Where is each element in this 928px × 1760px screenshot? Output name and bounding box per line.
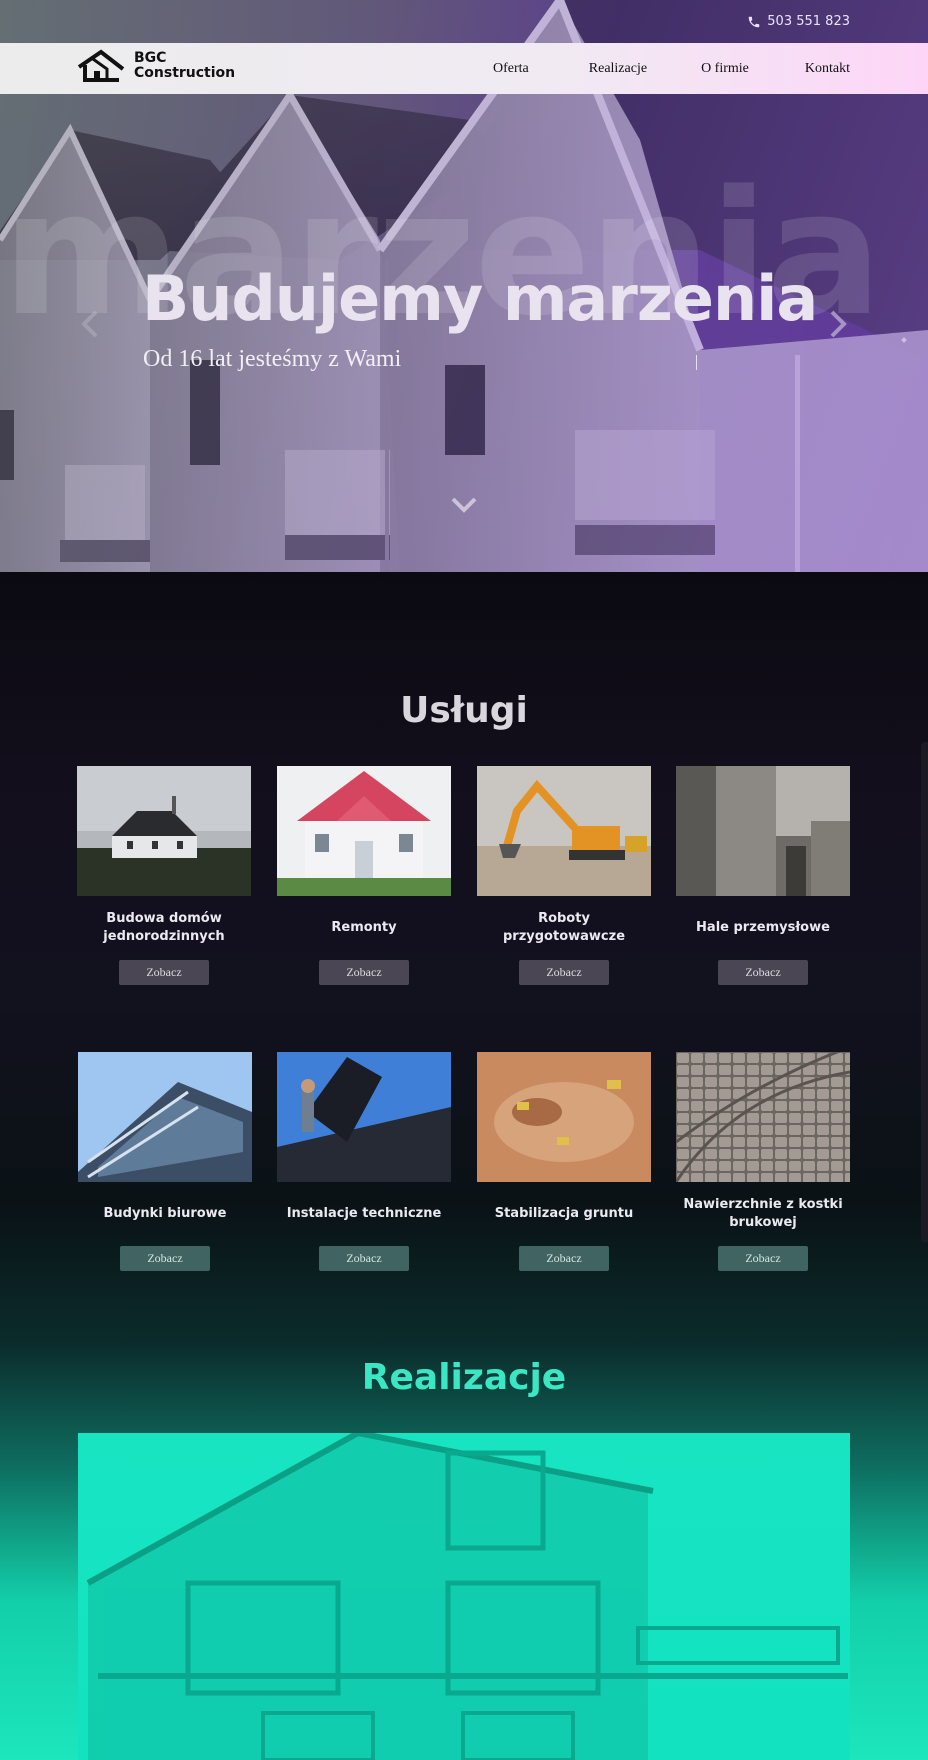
service-label: Nawierzchnie z kostki brukowej (683, 1197, 843, 1230)
service-label: Remonty (331, 920, 397, 935)
services-heading: Usługi (400, 690, 528, 731)
service-image-paving-stones (676, 1052, 850, 1182)
service-image-office-building (78, 1052, 252, 1182)
phone-icon (749, 16, 760, 27)
scrollbar-track[interactable] (921, 742, 928, 1242)
service-see-button[interactable]: Zobacz (319, 1246, 409, 1271)
service-image-solar-installation (277, 1052, 451, 1182)
service-image-excavator (477, 766, 651, 896)
service-see-button[interactable]: Zobacz (319, 960, 409, 985)
nav-item-kontakt[interactable]: Kontakt (805, 61, 850, 77)
service-card[interactable]: Budowa domów jednorodzinnych Zobacz (77, 766, 251, 985)
brand-name: BGC Construction (134, 51, 235, 81)
service-see-button[interactable]: Zobacz (718, 960, 808, 985)
service-card[interactable]: Instalacje techniczne Zobacz (277, 1052, 451, 1271)
text-cursor (696, 355, 697, 370)
hero-subtitle: Od 16 lat jesteśmy z Wami (143, 346, 402, 372)
realizacje-heading: Realizacje (361, 1357, 567, 1398)
service-label: Roboty przygotowawcze (502, 911, 626, 944)
service-see-button[interactable]: Zobacz (718, 1246, 808, 1271)
main-navbar: BGC Construction Oferta Realizacje O fir… (0, 43, 928, 94)
phone-link[interactable]: 503 551 823 (767, 14, 850, 29)
service-see-button[interactable]: Zobacz (120, 1246, 210, 1271)
chevron-down-icon[interactable] (450, 495, 478, 515)
nav-item-oferta[interactable]: Oferta (493, 61, 529, 77)
service-image-house (77, 766, 251, 896)
service-card[interactable]: Nawierzchnie z kostki brukowej Zobacz (676, 1052, 850, 1271)
nav-links: Oferta Realizacje O firmie Kontakt (493, 43, 850, 94)
realization-image[interactable] (78, 1433, 850, 1760)
service-card[interactable]: Budynki biurowe Zobacz (78, 1052, 252, 1271)
service-image-soil-stabilization (477, 1052, 651, 1182)
hero-section: marzenia 503 551 823 BGC Construction Of… (0, 0, 928, 572)
service-label: Instalacje techniczne (286, 1206, 442, 1221)
service-card[interactable]: Remonty Zobacz (277, 766, 451, 985)
house-roof-icon (77, 49, 125, 82)
chevron-right-icon[interactable] (826, 308, 850, 340)
service-card[interactable]: Stabilizacja gruntu Zobacz (477, 1052, 651, 1271)
service-image-industrial-hall (676, 766, 850, 896)
top-contact-bar: 503 551 823 (0, 0, 928, 43)
service-see-button[interactable]: Zobacz (519, 1246, 609, 1271)
brand-logo[interactable]: BGC Construction (77, 49, 235, 83)
service-card[interactable]: Roboty przygotowawcze Zobacz (477, 766, 651, 985)
brand-name-line2: Construction (134, 65, 236, 81)
hero-title: Budujemy marzenia (142, 262, 818, 335)
service-card[interactable]: Hale przemysłowe Zobacz (676, 766, 850, 985)
chevron-left-icon[interactable] (78, 308, 102, 340)
nav-item-realizacje[interactable]: Realizacje (589, 61, 647, 77)
service-image-renovation (277, 766, 451, 896)
brand-name-line1: BGC (134, 50, 167, 66)
nav-item-o-firmie[interactable]: O firmie (701, 61, 749, 77)
service-label: Hale przemysłowe (696, 920, 830, 935)
service-label: Budynki biurowe (103, 1206, 227, 1221)
realization-building-image (86, 1433, 848, 1760)
service-label: Stabilizacja gruntu (494, 1206, 634, 1221)
service-see-button[interactable]: Zobacz (119, 960, 209, 985)
service-label: Budowa domów jednorodzinnych (103, 911, 225, 944)
service-see-button[interactable]: Zobacz (519, 960, 609, 985)
